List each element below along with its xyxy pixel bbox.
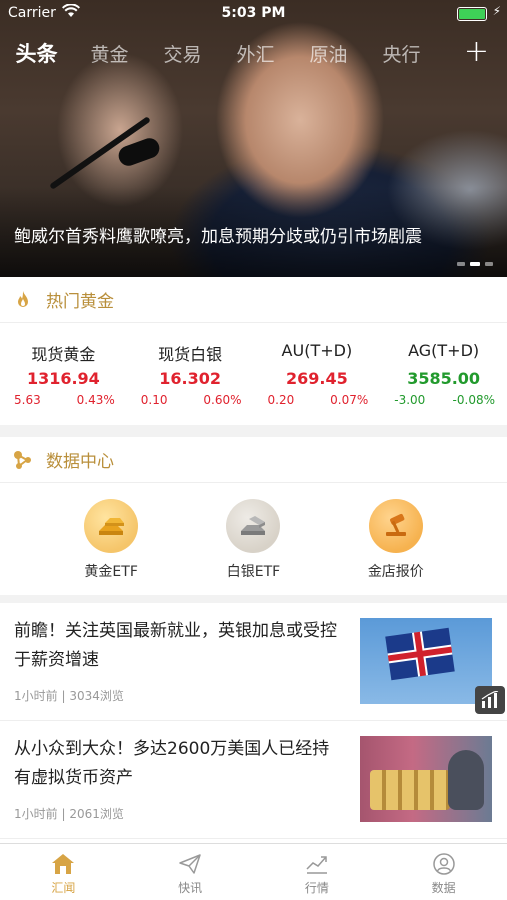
- quote-name: 现货黄金: [31, 345, 96, 364]
- carousel-dot-active[interactable]: [470, 262, 480, 266]
- tab-label: 快讯: [178, 881, 203, 895]
- tab-headlines[interactable]: 头条: [0, 38, 73, 68]
- tab-market[interactable]: 行情: [254, 844, 381, 900]
- chart-float-button[interactable]: [475, 686, 505, 714]
- news-title: 从小众到大众！多达2600万美国人已经持有虚拟货币资产: [14, 739, 330, 788]
- news-item[interactable]: 前瞻！关注英国最新就业，英银加息或受控于薪资增速 1小时前 | 3034浏览: [0, 603, 507, 721]
- news-views: 3034浏览: [69, 689, 124, 703]
- data-item-label: 金店报价: [367, 564, 424, 580]
- uk-flag-image: [385, 627, 455, 681]
- carousel-dot[interactable]: [457, 262, 465, 266]
- quote-change-pct: -0.08%: [452, 393, 495, 407]
- quote-spot-gold[interactable]: 现货黄金 1316.94 5.63 0.43%: [0, 341, 127, 407]
- quote-change-pct: 0.43%: [76, 393, 115, 407]
- data-item-label: 黄金ETF: [84, 564, 138, 580]
- hot-gold-header: 热门黄金: [0, 277, 507, 323]
- quote-change-row: 0.20 0.07%: [254, 393, 381, 407]
- news-meta: 1小时前 | 3034浏览: [14, 687, 124, 704]
- paper-plane-icon: [127, 852, 254, 876]
- quote-change-pct: 0.60%: [203, 393, 242, 407]
- quote-name: AG(T+D): [408, 341, 480, 360]
- news-meta: 1小时前 | 2061浏览: [14, 805, 124, 822]
- character-image: [448, 750, 484, 810]
- quote-name: 现货白银: [158, 345, 223, 364]
- quote-change-row: -3.00 -0.08%: [380, 393, 507, 407]
- quote-change-row: 0.10 0.60%: [127, 393, 254, 407]
- quote-change-pct: 0.07%: [330, 393, 369, 407]
- data-item-label: 白银ETF: [226, 564, 281, 580]
- tab-trading[interactable]: 交易: [146, 40, 219, 67]
- status-bar: Carrier 5:03 PM ⚡: [0, 0, 507, 28]
- news-thumbnail: [360, 618, 492, 704]
- quote-au-td[interactable]: AU(T+D) 269.45 0.20 0.07%: [254, 341, 381, 407]
- quote-name: AU(T+D): [281, 341, 353, 360]
- silver-bars-icon: [226, 499, 281, 553]
- news-list: 前瞻！关注英国最新就业，英银加息或受控于薪资增速 1小时前 | 3034浏览 从…: [0, 603, 507, 843]
- news-time: 1小时前: [14, 689, 58, 703]
- tab-forex[interactable]: 外汇: [219, 40, 292, 67]
- quote-change: 0.10: [140, 393, 168, 407]
- news-thumbnail: [360, 736, 492, 822]
- gold-bars-icon: [84, 499, 139, 553]
- data-center-header: 数据中心: [0, 437, 507, 483]
- trend-chart-icon: [254, 852, 381, 876]
- quote-list: 现货黄金 1316.94 5.63 0.43% 现货白银 16.302 0.10…: [0, 323, 507, 407]
- hero-banner[interactable]: Carrier 5:03 PM ⚡ 头条 黄金 交易 外汇 原油 央行 + 鲍威…: [0, 0, 507, 277]
- coins-image: [370, 770, 450, 810]
- gold-etf-button[interactable]: 黄金ETF: [56, 499, 166, 581]
- data-center-items: 黄金ETF 白银ETF 金店报价: [0, 483, 507, 581]
- tab-label: 行情: [304, 881, 329, 895]
- news-title: 前瞻！关注英国最新就业，英银加息或受控于薪资增速: [14, 621, 337, 670]
- silver-etf-button[interactable]: 白银ETF: [198, 499, 308, 581]
- quote-price: 269.45: [286, 369, 348, 388]
- category-tabs: 头条 黄金 交易 外汇 原油 央行 +: [0, 36, 507, 70]
- tab-crude-oil[interactable]: 原油: [292, 40, 365, 67]
- quote-price: 3585.00: [407, 369, 481, 388]
- tab-flash-news[interactable]: 快讯: [127, 844, 254, 900]
- quote-price: 1316.94: [26, 369, 100, 388]
- network-nodes-icon: [12, 449, 34, 471]
- tab-gold[interactable]: 黄金: [73, 40, 146, 67]
- data-center-section: 数据中心 黄金ETF 白银ETF 金店报价: [0, 437, 507, 595]
- add-tab-button[interactable]: +: [464, 36, 489, 68]
- quote-change: -3.00: [394, 393, 426, 407]
- hot-gold-section: 热门黄金 现货黄金 1316.94 5.63 0.43% 现货白银 16.302…: [0, 277, 507, 425]
- tab-huiwen[interactable]: 汇闻: [0, 844, 127, 900]
- home-icon: [0, 852, 127, 876]
- quote-price: 16.302: [159, 369, 221, 388]
- bar-chart-icon: [481, 691, 499, 708]
- hero-headline[interactable]: 鲍威尔首秀料鹰歌嘹亮，加息预期分歧或仍引市场剧震: [14, 222, 499, 247]
- carousel-indicator[interactable]: [457, 262, 493, 266]
- tab-label: 数据: [431, 881, 456, 895]
- quote-change: 5.63: [14, 393, 41, 407]
- tab-data[interactable]: 数据: [380, 844, 507, 900]
- quote-change: 0.20: [267, 393, 295, 407]
- user-circle-icon: [380, 852, 507, 876]
- news-views: 2061浏览: [69, 807, 124, 821]
- battery-icon: [457, 7, 487, 21]
- news-time: 1小时前: [14, 807, 58, 821]
- carousel-dot[interactable]: [485, 262, 493, 266]
- news-item[interactable]: 从小众到大众！多达2600万美国人已经持有虚拟货币资产 1小时前 | 2061浏…: [0, 721, 507, 839]
- flame-icon: [12, 289, 34, 311]
- tab-label: 汇闻: [51, 881, 76, 895]
- section-title: 数据中心: [46, 452, 114, 472]
- clock: 5:03 PM: [221, 5, 286, 21]
- bottom-tab-bar: 汇闻 快讯 行情 数据: [0, 843, 507, 900]
- quote-change-row: 5.63 0.43%: [0, 393, 127, 407]
- quote-spot-silver[interactable]: 现货白银 16.302 0.10 0.60%: [127, 341, 254, 407]
- charging-icon: ⚡: [492, 4, 501, 18]
- tab-central-bank[interactable]: 央行: [365, 40, 438, 67]
- quote-ag-td[interactable]: AG(T+D) 3585.00 -3.00 -0.08%: [380, 341, 507, 407]
- section-title: 热门黄金: [46, 292, 114, 312]
- gold-shop-price-button[interactable]: 金店报价: [341, 499, 451, 581]
- gavel-icon: [368, 499, 423, 553]
